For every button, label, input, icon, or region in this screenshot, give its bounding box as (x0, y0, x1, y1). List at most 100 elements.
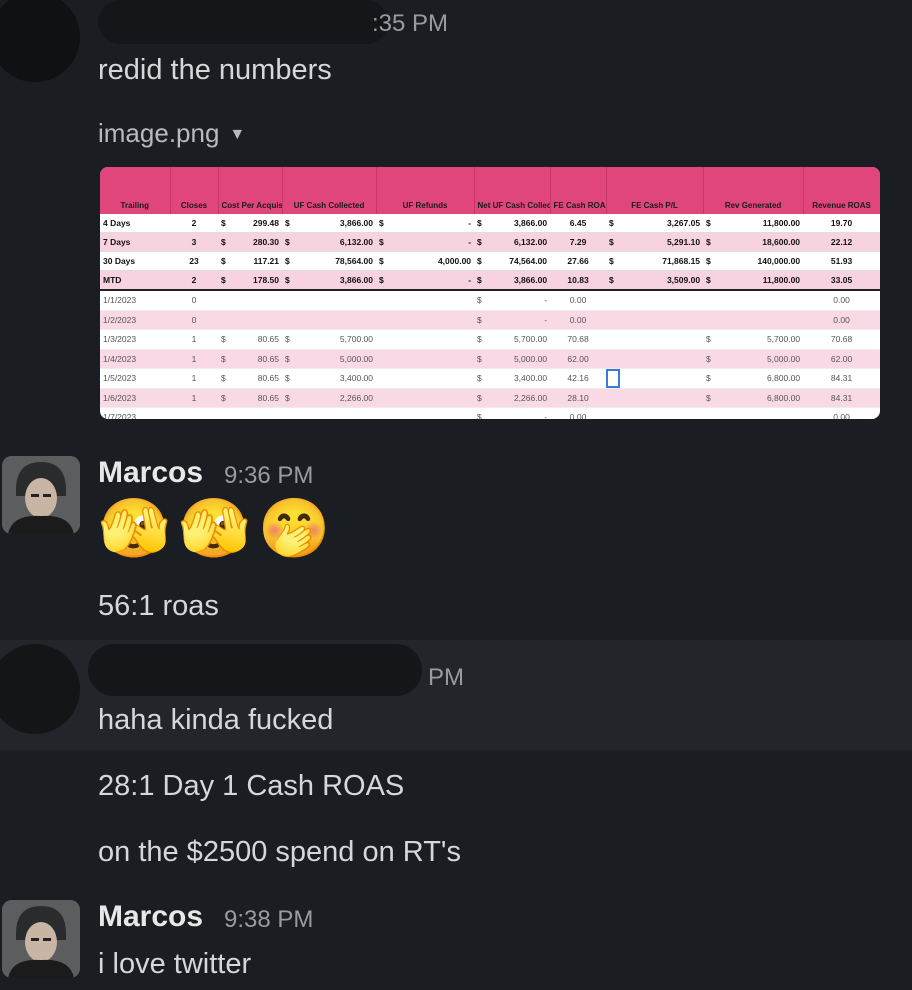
table-cell[interactable] (703, 310, 718, 330)
table-cell[interactable] (620, 407, 704, 419)
table-cell[interactable]: $ (218, 349, 232, 369)
table-cell[interactable]: - (390, 214, 475, 233)
table-cell[interactable]: $ (282, 270, 297, 291)
table-cell[interactable]: 80.65 (232, 388, 283, 408)
table-cell[interactable]: $ (218, 388, 232, 408)
table-cell[interactable] (703, 407, 718, 419)
table-cell[interactable]: 6.45 (550, 214, 607, 233)
table-cell[interactable]: 22.12 (803, 232, 880, 252)
table-cell[interactable]: 0.00 (803, 290, 880, 311)
table-cell[interactable]: $ (703, 251, 718, 271)
table-cell[interactable]: $ (474, 290, 489, 311)
table-cell[interactable]: 2 (170, 214, 218, 233)
table-cell[interactable]: $ (218, 232, 232, 252)
table-cell[interactable] (232, 290, 283, 311)
table-cell[interactable]: 1 (170, 368, 218, 389)
avatar[interactable] (2, 456, 80, 534)
table-cell[interactable]: 62.00 (803, 349, 880, 369)
table-cell[interactable]: $ (282, 214, 297, 233)
table-cell[interactable] (296, 407, 377, 419)
table-cell[interactable]: 1/1/2023 (100, 290, 170, 311)
table-cell[interactable] (218, 310, 232, 330)
table-cell[interactable]: $ (474, 214, 489, 233)
table-cell[interactable] (376, 368, 391, 389)
table-cell[interactable]: $ (282, 251, 297, 271)
table-cell[interactable]: $ (703, 368, 718, 389)
table-cell[interactable]: 0.00 (550, 407, 607, 419)
table-cell[interactable] (606, 310, 621, 330)
table-cell[interactable]: 1 (170, 349, 218, 369)
message-time[interactable]: 9:36 PM (224, 462, 313, 490)
table-cell[interactable]: MTD (100, 270, 170, 291)
table-cell[interactable]: 5,000.00 (717, 349, 804, 369)
table-cell[interactable]: 51.93 (803, 251, 880, 271)
table-cell[interactable] (606, 290, 621, 311)
sender-name[interactable]: Marcos (98, 456, 203, 490)
table-cell[interactable] (620, 349, 704, 369)
table-cell[interactable]: 178.50 (232, 270, 283, 291)
table-cell[interactable]: 62.00 (550, 349, 607, 369)
table-cell[interactable] (218, 290, 232, 311)
table-cell[interactable] (170, 407, 218, 419)
table-cell[interactable]: 3,866.00 (488, 270, 551, 291)
table-cell[interactable]: 80.65 (232, 329, 283, 350)
table-cell[interactable] (282, 290, 297, 311)
table-cell[interactable]: 3,509.00 (620, 270, 704, 291)
table-cell[interactable]: 6,132.00 (296, 232, 377, 252)
table-cell[interactable]: $ (282, 368, 297, 389)
table-cell[interactable]: $ (376, 270, 391, 291)
table-cell[interactable]: $ (282, 388, 297, 408)
table-cell[interactable] (376, 310, 391, 330)
table-cell[interactable]: $ (474, 329, 489, 350)
sender-name[interactable]: Marcos (98, 900, 203, 934)
table-cell[interactable] (232, 407, 283, 419)
table-cell[interactable]: 5,700.00 (488, 329, 551, 350)
table-cell[interactable]: 5,000.00 (296, 349, 377, 369)
table-cell[interactable] (390, 329, 475, 350)
attachment-image[interactable]: Trailing Closes Cost Per Acquisition UF … (100, 167, 880, 419)
table-cell[interactable]: 28.10 (550, 388, 607, 408)
table-cell[interactable]: 0.00 (803, 407, 880, 419)
message-time[interactable]: 9:38 PM (224, 906, 313, 934)
table-cell[interactable]: 80.65 (232, 349, 283, 369)
table-cell[interactable]: 5,291.10 (620, 232, 704, 252)
table-cell[interactable]: $ (218, 251, 232, 271)
table-cell[interactable]: - (488, 290, 551, 311)
table-cell[interactable]: $ (218, 270, 232, 291)
sender-name-redacted[interactable] (88, 644, 422, 696)
table-cell[interactable]: 5,700.00 (717, 329, 804, 350)
table-cell[interactable] (606, 407, 621, 419)
table-cell[interactable] (282, 407, 297, 419)
table-cell[interactable] (606, 329, 621, 350)
table-cell[interactable]: 0 (170, 290, 218, 311)
table-cell[interactable]: 4 Days (100, 214, 170, 233)
table-cell[interactable]: 74,564.00 (488, 251, 551, 271)
table-cell[interactable] (620, 290, 704, 311)
table-cell[interactable]: $ (606, 270, 621, 291)
table-cell[interactable]: 6,800.00 (717, 388, 804, 408)
table-cell[interactable]: $ (474, 388, 489, 408)
table-cell[interactable] (390, 290, 475, 311)
table-cell[interactable]: 84.31 (803, 368, 880, 389)
table-cell[interactable]: 2,266.00 (296, 388, 377, 408)
table-cell[interactable]: 71,868.15 (620, 251, 704, 271)
sender-name-redacted[interactable] (98, 0, 388, 44)
table-cell[interactable]: 3 (170, 232, 218, 252)
table-cell[interactable]: $ (703, 232, 718, 252)
table-cell[interactable] (606, 368, 621, 389)
table-cell[interactable]: 3,866.00 (296, 270, 377, 291)
table-cell[interactable]: 3,866.00 (296, 214, 377, 233)
table-cell[interactable]: 3,866.00 (488, 214, 551, 233)
table-cell[interactable]: $ (218, 329, 232, 350)
table-cell[interactable]: - (390, 270, 475, 291)
table-cell[interactable]: $ (703, 329, 718, 350)
table-cell[interactable]: 3,400.00 (296, 368, 377, 389)
table-cell[interactable]: 1/3/2023 (100, 329, 170, 350)
table-cell[interactable] (282, 310, 297, 330)
table-cell[interactable]: 70.68 (550, 329, 607, 350)
table-cell[interactable]: $ (474, 270, 489, 291)
table-cell[interactable]: 5,700.00 (296, 329, 377, 350)
table-cell[interactable]: $ (606, 232, 621, 252)
table-cell[interactable] (390, 349, 475, 369)
table-cell[interactable] (620, 310, 704, 330)
